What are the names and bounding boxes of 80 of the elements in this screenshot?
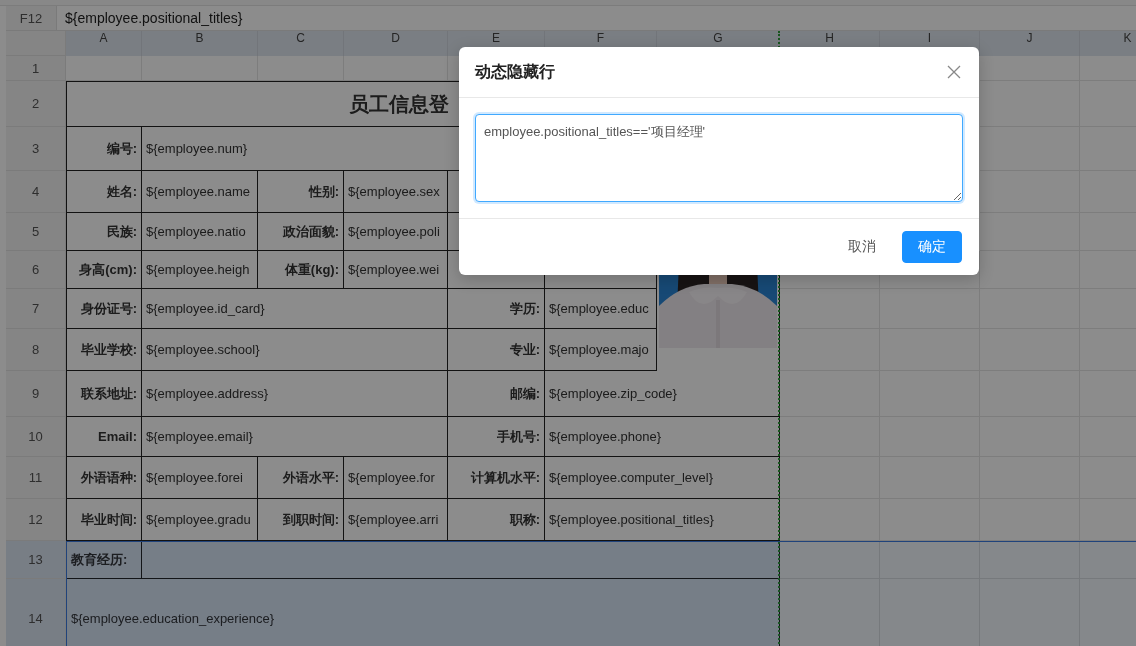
table-cell: ${employee.arri	[344, 499, 448, 541]
table-cell: 外语语种:	[66, 457, 142, 499]
table-cell: ${employee.id_card}	[142, 289, 448, 329]
cell-reference[interactable]: F12	[6, 6, 57, 30]
table-cell: 教育经历:	[66, 541, 142, 579]
row-header[interactable]: 2	[6, 81, 66, 127]
table-cell: ${employee.natio	[142, 213, 258, 251]
table-cell: 手机号:	[448, 417, 545, 457]
table-cell: 专业:	[448, 329, 545, 371]
confirm-button[interactable]: 确定	[902, 231, 962, 263]
table-cell: ${employee.forei	[142, 457, 258, 499]
row-header[interactable]: 3	[6, 127, 66, 171]
row-header[interactable]: 9	[6, 371, 66, 417]
table-cell: 编号:	[66, 127, 142, 171]
table-cell: ${employee.computer_level}	[545, 457, 780, 499]
column-header[interactable]: C	[258, 31, 344, 56]
table-cell: ${employee.majo	[545, 329, 657, 371]
expression-field[interactable]: employee.positional_titles=='项目经理'	[475, 114, 963, 202]
table-cell: 计算机水平:	[448, 457, 545, 499]
row-header[interactable]: 1	[6, 56, 66, 81]
table-cell: 联系地址:	[66, 371, 142, 417]
table-cell: 学历:	[448, 289, 545, 329]
table-cell: 职称:	[448, 499, 545, 541]
column-header[interactable]: B	[142, 31, 258, 56]
column-header[interactable]: K	[1080, 31, 1136, 56]
table-cell: 性别:	[258, 171, 344, 213]
table-cell: ${employee.positional_titles}	[545, 499, 780, 541]
close-icon	[947, 65, 961, 79]
table-cell: 到职时间:	[258, 499, 344, 541]
table-cell: ${employee.heigh	[142, 251, 258, 289]
table-cell[interactable]	[980, 251, 1080, 289]
table-cell: ${employee.educ	[545, 289, 657, 329]
table-cell: 邮编:	[448, 371, 545, 417]
table-cell[interactable]	[880, 499, 980, 541]
row-header[interactable]: 14	[6, 579, 66, 646]
table-cell: 身高(cm):	[66, 251, 142, 289]
table-cell: ${employee.for	[344, 457, 448, 499]
close-button[interactable]	[945, 63, 963, 81]
row-header[interactable]: 11	[6, 457, 66, 499]
table-cell: ${employee.zip_code}	[545, 371, 780, 417]
table-cell[interactable]	[980, 171, 1080, 213]
column-header[interactable]: D	[344, 31, 448, 56]
row-header[interactable]: 7	[6, 289, 66, 329]
table-cell: 毕业学校:	[66, 329, 142, 371]
table-cell[interactable]	[980, 499, 1080, 541]
table-cell: ${employee.sex	[344, 171, 448, 213]
table-cell: ${employee.name	[142, 171, 258, 213]
table-cell[interactable]	[980, 541, 1080, 579]
row-header[interactable]: 6	[6, 251, 66, 289]
table-cell: 身份证号:	[66, 289, 142, 329]
table-cell: 体重(kg):	[258, 251, 344, 289]
row-header[interactable]: 8	[6, 329, 66, 371]
row-header[interactable]: 10	[6, 417, 66, 457]
table-cell: ${employee.phone}	[545, 417, 780, 457]
table-cell: ${employee.email}	[142, 417, 448, 457]
column-header[interactable]: J	[980, 31, 1080, 56]
table-cell: 姓名:	[66, 171, 142, 213]
table-cell: ${employee.wei	[344, 251, 448, 289]
formula-text[interactable]: ${employee.positional_titles}	[57, 6, 1136, 30]
table-cell[interactable]	[880, 541, 980, 579]
row-header[interactable]: 4	[6, 171, 66, 213]
row-header[interactable]: 13	[6, 541, 66, 579]
row-header[interactable]: 5	[6, 213, 66, 251]
dialog-title: 动态隐藏行	[475, 61, 555, 82]
row-header[interactable]: 12	[6, 499, 66, 541]
table-cell: ${employee.gradu	[142, 499, 258, 541]
table-cell: ${employee.education_experience}	[66, 579, 780, 646]
table-cell: ${employee.school}	[142, 329, 448, 371]
table-cell: 外语水平:	[258, 457, 344, 499]
table-cell[interactable]	[980, 213, 1080, 251]
column-header[interactable]: A	[66, 31, 142, 56]
table-cell[interactable]	[980, 127, 1080, 171]
table-cell: 民族:	[66, 213, 142, 251]
table-cell[interactable]	[980, 81, 1080, 127]
table-cell: ${employee.poli	[344, 213, 448, 251]
table-cell[interactable]	[980, 56, 1080, 81]
table-cell: Email:	[66, 417, 142, 457]
table-cell: 毕业时间:	[66, 499, 142, 541]
table-cell: ${employee.address}	[142, 371, 448, 417]
table-cell: 政治面貌:	[258, 213, 344, 251]
